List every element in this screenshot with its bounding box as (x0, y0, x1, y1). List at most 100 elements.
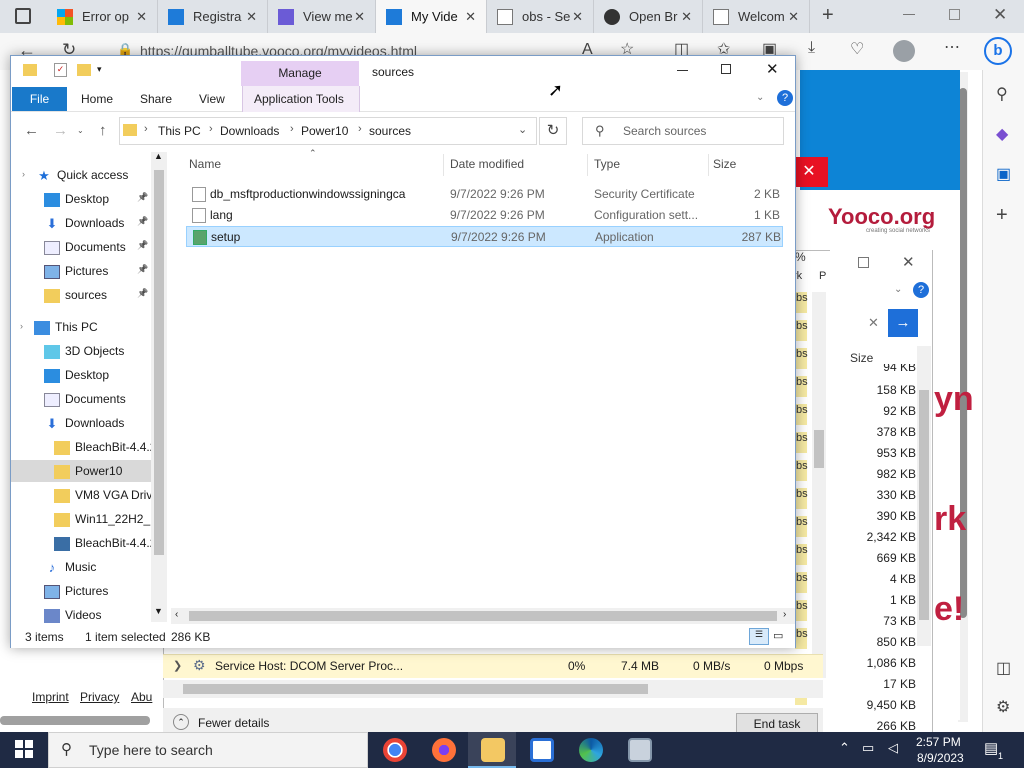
refresh-button[interactable]: ↻ (539, 117, 567, 145)
privacy-link[interactable]: Privacy (80, 690, 119, 704)
close-tab-icon[interactable]: ✕ (681, 9, 692, 25)
tab-file[interactable]: File (12, 87, 67, 111)
network-icon[interactable]: ▭ (862, 740, 874, 756)
nav-item-pictures[interactable]: Pictures (11, 580, 151, 602)
expand-ribbon-icon[interactable]: ⌄ (894, 284, 902, 295)
performance-icon[interactable]: ♡ (850, 39, 864, 59)
nav-item-desktop[interactable]: Desktop (11, 188, 151, 210)
new-tab-button[interactable]: + (822, 4, 834, 27)
close-icon[interactable]: ✕ (902, 253, 915, 271)
breadcrumb-downloads[interactable]: Downloads (220, 124, 279, 138)
address-dropdown-icon[interactable]: ⌄ (518, 123, 527, 136)
properties-icon[interactable]: ✓ (54, 63, 67, 77)
pin-icon[interactable]: 📌 (137, 264, 148, 275)
browser-tab[interactable]: View me ✕ (268, 0, 376, 33)
breadcrumb-power10[interactable]: Power10 (301, 124, 348, 138)
scroll-up-icon[interactable]: ▲ (154, 151, 163, 161)
nav-scroll-thumb[interactable] (154, 170, 164, 555)
close-tab-icon[interactable]: ✕ (572, 9, 583, 25)
nav-quick-access[interactable]: ★ Quick access (11, 164, 151, 186)
nav-download-folder[interactable]: BleachBit-4.4.2 (11, 532, 151, 554)
browser-tab[interactable]: Open Br ✕ (594, 0, 703, 33)
clock-date[interactable]: 8/9/2023 (917, 751, 964, 765)
nav-item-sources[interactable]: sources (11, 284, 151, 306)
restore-browser-button[interactable] (949, 9, 960, 20)
tab-home[interactable]: Home (81, 92, 113, 106)
browser-tab[interactable]: Welcom ✕ (703, 0, 810, 33)
notification-icon[interactable]: ▤ (984, 739, 998, 757)
collapse-icon[interactable]: ⌃ (173, 714, 189, 730)
help-icon[interactable]: ? (777, 90, 793, 106)
nav-download-folder[interactable]: Power10 (11, 460, 151, 482)
expand-chevron-icon[interactable]: › (22, 169, 25, 179)
tm-scroll-thumb[interactable] (814, 430, 824, 468)
column-divider[interactable] (708, 154, 709, 176)
nav-this-pc[interactable]: This PC (11, 316, 151, 338)
nav-item-documents[interactable]: Documents (11, 388, 151, 410)
chrome-icon[interactable] (383, 738, 407, 762)
tm-scrollbar[interactable] (812, 292, 826, 678)
expand-chevron-icon[interactable]: › (20, 321, 23, 331)
copilot-icon[interactable]: b (984, 37, 1012, 65)
close-tab-icon[interactable]: ✕ (246, 9, 257, 25)
nav-download-folder[interactable]: BleachBit-4.4.2 (11, 436, 151, 458)
settings-gear-icon[interactable]: ⚙ (996, 697, 1010, 717)
pin-icon[interactable]: 📌 (137, 216, 148, 227)
clear-search-icon[interactable]: ✕ (868, 315, 879, 331)
maximize-icon[interactable] (858, 257, 869, 268)
volume-icon[interactable]: ◁ (888, 740, 898, 756)
column-header-size[interactable]: Size (713, 157, 736, 171)
details-view-icon[interactable]: ☰ (749, 628, 769, 645)
tab-actions-icon[interactable] (15, 8, 31, 24)
breadcrumb-this-pc[interactable]: This PC (158, 124, 201, 138)
new-folder-icon[interactable] (77, 64, 91, 76)
expand-icon[interactable]: ❯ (173, 659, 182, 672)
remote-desktop-icon[interactable] (628, 738, 652, 762)
edge-icon[interactable] (579, 738, 603, 762)
nav-download-folder[interactable]: Win11_22H2_En (11, 508, 151, 530)
nav-item-documents[interactable]: Documents (11, 236, 151, 258)
scroll-left-icon[interactable]: ‹ (175, 609, 178, 620)
close-button[interactable]: ✕ (766, 60, 779, 78)
recent-locations-icon[interactable]: ⌄ (77, 126, 84, 135)
close-tab-icon[interactable]: ✕ (136, 9, 147, 25)
table-row[interactable]: ❯ ⚙ Service Host: DCOM Server Proc... 0%… (163, 654, 823, 678)
nav-item-downloads[interactable]: ⬇ Downloads (11, 212, 151, 234)
scroll-down-icon[interactable]: ▼ (154, 606, 163, 616)
column-header-type[interactable]: Type (594, 157, 620, 171)
tm-horizontal-thumb[interactable] (183, 684, 648, 694)
browser-tab[interactable]: Registra ✕ (158, 0, 268, 33)
pin-icon[interactable]: 📌 (137, 240, 148, 251)
column-header-date[interactable]: Date modified (450, 157, 524, 171)
windows-start-icon[interactable] (15, 740, 33, 758)
search-box[interactable]: ⚲ Search sources (582, 117, 784, 145)
browser-tab[interactable]: obs - Se ✕ (487, 0, 594, 33)
outlook-icon[interactable]: ▣ (996, 164, 1011, 184)
tm-size-scroll-thumb[interactable] (919, 390, 929, 620)
fewer-details-link[interactable]: Fewer details (198, 716, 269, 730)
more-menu-icon[interactable]: ⋯ (944, 37, 960, 57)
imprint-link[interactable]: Imprint (32, 690, 69, 704)
column-divider[interactable] (587, 154, 588, 176)
sidebar-app-icon[interactable]: ◆ (996, 124, 1008, 144)
pin-icon[interactable]: 📌 (137, 192, 148, 203)
expand-ribbon-icon[interactable]: ⌄ (756, 92, 764, 103)
taskbar-search-box[interactable]: ⚲ Type here to search (48, 732, 368, 768)
back-button[interactable]: ← (24, 122, 39, 139)
nav-item-3d-objects[interactable]: 3D Objects (11, 340, 151, 362)
nav-item-music[interactable]: ♪ Music (11, 556, 151, 578)
search-icon[interactable]: ⚲ (996, 84, 1008, 104)
breadcrumb-sources[interactable]: sources (369, 124, 411, 138)
column-divider[interactable] (443, 154, 444, 176)
close-tab-icon[interactable]: ✕ (788, 9, 799, 25)
browser-tab[interactable]: Error op ✕ (47, 0, 158, 33)
show-hidden-icons[interactable]: ⌃ (839, 740, 850, 756)
scroll-right-icon[interactable]: › (783, 609, 786, 620)
file-row[interactable]: setup 9/7/2022 9:26 PM Application 287 K… (186, 226, 783, 247)
store-icon[interactable] (530, 738, 554, 762)
add-app-icon[interactable]: + (996, 204, 1008, 227)
sidebar-panel-icon[interactable]: ◫ (996, 658, 1011, 678)
file-row[interactable]: db_msftproductionwindowssigningca 9/7/20… (186, 184, 783, 205)
pin-icon[interactable]: 📌 (137, 288, 148, 299)
page-horizontal-scrollbar[interactable] (0, 716, 150, 725)
